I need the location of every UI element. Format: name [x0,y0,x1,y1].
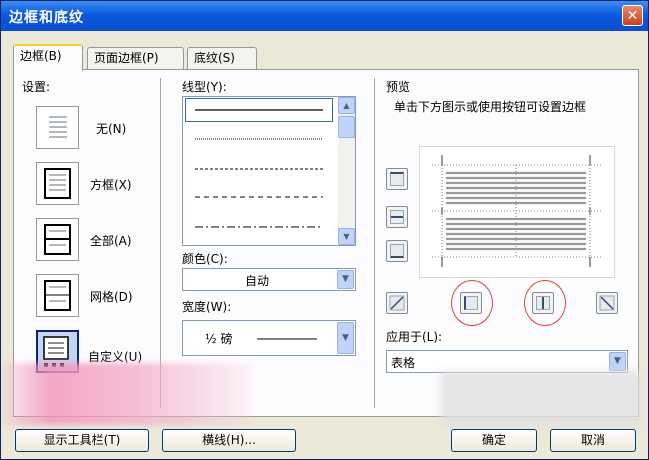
border-bottom-icon [390,244,404,258]
color-dropdown-button[interactable]: ▼ [337,270,354,289]
show-toolbar-button[interactable]: 显示工具栏(T) [15,429,149,452]
setting-all-icon[interactable] [36,218,79,261]
style-heading: 线型(Y): [182,80,227,94]
preview-instruction: 单击下方图示或使用按钮可设置边框 [394,100,587,114]
settings-heading: 设置: [22,80,51,94]
tab-shading[interactable]: 底纹(S) [187,47,257,69]
dialog-title: 边框和底纹 [9,10,84,26]
diagonal-up-icon [389,295,405,311]
divider [374,78,375,408]
highlight-ring [451,280,493,326]
preview-table [432,155,602,267]
color-label: 颜色(C): [182,252,228,266]
scroll-down-button[interactable]: ▼ [338,228,355,245]
scroll-thumb[interactable] [338,116,355,138]
apply-to-value: 表格 [391,356,416,370]
color-select[interactable]: 自动 ▼ [182,268,356,291]
setting-box-icon[interactable] [36,162,79,205]
setting-none-icon[interactable] [36,106,79,149]
setting-grid-icon[interactable] [36,274,79,317]
borders-and-shading-dialog: 边框和底纹 ✕ 边框(B) 页面边框(P) 底纹(S) 设置: 无(N) 方框(… [0,0,649,460]
diagonal-down-icon [599,295,615,311]
tab-borders-label: 边框(B) [20,49,62,63]
preview-area[interactable] [419,146,615,278]
tab-shading-label: 底纹(S) [194,51,235,65]
tab-page-border-label: 页面边框(P) [94,51,159,65]
tab-borders[interactable]: 边框(B) [13,44,83,71]
border-inside-horizontal-icon [390,210,404,224]
horizontal-line-button[interactable]: 横线(H)... [162,429,296,452]
ok-button[interactable]: 确定 [451,429,537,452]
cancel-button[interactable]: 取消 [550,429,636,452]
chevron-down-icon: ▼ [614,356,621,366]
title-bar[interactable]: 边框和底纹 ✕ [1,1,648,31]
setting-box-label[interactable]: 方框(X) [90,176,132,193]
width-value: ½ 磅 [205,332,233,346]
chevron-down-icon: ▼ [343,232,350,241]
setting-all-label[interactable]: 全部(A) [90,232,132,249]
width-dropdown-button[interactable]: ▼ [337,322,354,354]
tab-page-border[interactable]: 页面边框(P) [87,47,184,69]
scroll-up-button[interactable]: ▲ [338,97,355,114]
bottom-border-button[interactable] [386,240,408,262]
width-label: 宽度(W): [182,300,232,314]
line-style-scrollbar[interactable]: ▲ ▼ [338,97,355,245]
setting-none-label[interactable]: 无(N) [96,120,126,137]
border-top-icon [390,172,404,186]
inside-horizontal-border-button[interactable] [386,206,408,228]
diagonal-down-border-button[interactable] [596,292,618,314]
close-icon: ✕ [626,8,639,24]
highlight-ring [524,280,566,326]
top-border-button[interactable] [386,168,408,190]
apply-to-label: 应用于(L): [386,330,443,344]
apply-to-select[interactable]: 表格 ▼ [386,350,628,373]
chevron-down-icon: ▼ [342,333,349,343]
preview-heading: 预览 [386,80,411,94]
divider [160,78,161,408]
apply-to-dropdown-button[interactable]: ▼ [609,352,626,371]
watermark-blur [1,363,251,425]
width-line-sample [257,338,317,340]
width-select[interactable]: ½ 磅 ▼ [182,320,356,356]
chevron-up-icon: ▲ [343,101,350,110]
color-value: 自动 [245,274,270,288]
close-button[interactable]: ✕ [622,5,643,26]
setting-grid-label[interactable]: 网格(D) [90,288,133,305]
watermark-blur [441,371,641,427]
line-style-list[interactable]: ▲ ▼ [182,96,356,246]
diagonal-up-border-button[interactable] [386,292,408,314]
chevron-down-icon: ▼ [342,274,349,284]
